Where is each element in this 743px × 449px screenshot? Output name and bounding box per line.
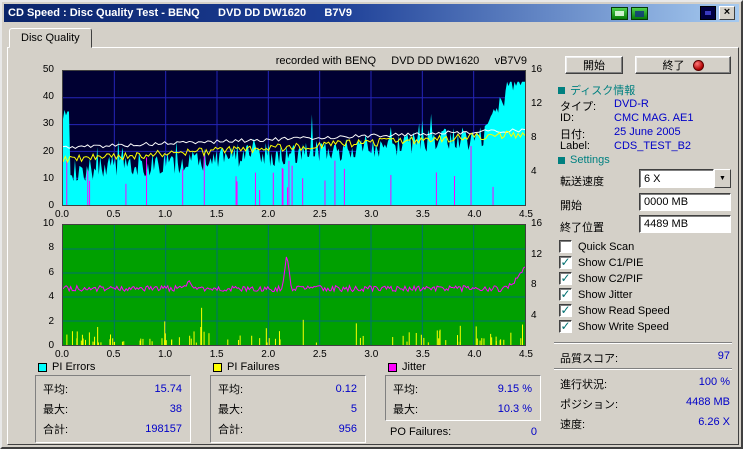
start-mb-input[interactable]: 0000 MB — [639, 193, 731, 211]
pi-failures-title: PI Failures — [227, 361, 280, 373]
pi-errors-swatch — [38, 362, 47, 372]
save-icon[interactable] — [631, 6, 648, 20]
jitter-swatch — [388, 362, 397, 372]
pi-failures-stats-box: 平均: 0.12 最大: 5 合計: 956 — [210, 375, 366, 443]
legend-pi-failures: PI Failures — [213, 361, 280, 373]
checkbox-box[interactable]: ✓ — [559, 288, 572, 301]
speed-row: 速度: 6.26 X — [560, 416, 730, 431]
app-window: CD Speed : Disc Quality Test - BENQ DVD … — [0, 0, 743, 449]
graph-export-icon[interactable] — [611, 6, 628, 20]
settings-header: Settings — [558, 154, 610, 166]
quality-score-row: 品質スコア: 97 — [560, 350, 730, 365]
window-title: CD Speed : Disc Quality Test - BENQ DVD … — [8, 7, 352, 19]
chart-recorded-with-label: recorded with BENQ DVD DD DW1620 vB7V9 — [275, 55, 527, 67]
disc-info-row-id: ID: CMC MAG. AE1 — [560, 112, 694, 124]
checkbox-show-read-speed[interactable]: ✓ Show Read Speed — [559, 304, 670, 317]
disc-info-header: ディスク情報 — [558, 82, 635, 98]
tab-label: Disc Quality — [21, 32, 80, 44]
checkbox-box[interactable]: ✓ — [559, 240, 572, 253]
stat-row: 平均: 9.15 % — [393, 383, 532, 396]
pi-errors-stats-box: 平均: 15.74 最大: 38 合計: 198157 — [35, 375, 191, 443]
disc-info-row-label: Label: CDS_TEST_B2 — [560, 140, 692, 152]
speed-select-value[interactable]: 6 X — [639, 169, 714, 188]
checkbox-show-c2-pif[interactable]: ✓ Show C2/PIF — [559, 272, 643, 285]
stat-row: 平均: 0.12 — [218, 383, 357, 396]
titlebar-spacer — [651, 13, 697, 14]
exit-icon — [692, 59, 704, 71]
checkbox-box[interactable]: ✓ — [559, 304, 572, 317]
checkbox-quick-scan[interactable]: ✓ Quick Scan — [559, 240, 634, 253]
checkbox-show-write-speed[interactable]: ✓ Show Write Speed — [559, 320, 669, 333]
stat-row: 最大: 10.3 % — [393, 403, 532, 416]
square-bullet-icon — [558, 86, 565, 94]
stat-row: 合計: 956 — [218, 423, 357, 436]
end-position-label: 終了位置 — [560, 222, 604, 234]
jitter-stats-box: 平均: 9.15 % 最大: 10.3 % — [385, 375, 541, 421]
tab-disc-quality[interactable]: Disc Quality — [9, 28, 92, 48]
speed-label: 転送速度 — [560, 176, 604, 188]
stat-row: 最大: 38 — [43, 403, 182, 416]
stat-row: 平均: 15.74 — [43, 383, 182, 396]
exit-button[interactable]: 終了 — [635, 56, 731, 74]
pi-errors-chart — [62, 70, 526, 206]
progress-row: 進行状況: 100 % — [560, 376, 730, 391]
stat-row: 合計: 198157 — [43, 423, 182, 436]
divider — [554, 368, 732, 370]
checkbox-box[interactable]: ✓ — [559, 272, 572, 285]
checkbox-show-c1-pie[interactable]: ✓ Show C1/PIE — [559, 256, 643, 269]
legend-jitter: Jitter — [388, 361, 426, 373]
chevron-down-icon[interactable]: ▼ — [714, 169, 731, 188]
checkbox-box[interactable]: ✓ — [559, 256, 572, 269]
position-row: ポジション: 4488 MB — [560, 396, 730, 411]
jitter-title: Jitter — [402, 361, 426, 373]
pi-failures-swatch — [213, 362, 222, 372]
pi-errors-title: PI Errors — [52, 361, 96, 373]
stat-row: 最大: 5 — [218, 403, 357, 416]
titlebar-buttons: × — [611, 6, 735, 20]
square-bullet-icon — [558, 156, 565, 164]
app-icon — [700, 6, 716, 20]
start-mb-label: 開始 — [560, 200, 582, 212]
jitter-pif-chart — [62, 224, 526, 346]
checkbox-box[interactable]: ✓ — [559, 320, 572, 333]
end-position-input[interactable]: 4489 MB — [639, 215, 731, 233]
speed-select[interactable]: 6 X ▼ — [639, 169, 731, 188]
titlebar[interactable]: CD Speed : Disc Quality Test - BENQ DVD … — [4, 4, 739, 22]
po-failures-row: PO Failures: 0 — [390, 426, 537, 438]
checkbox-show-jitter[interactable]: ✓ Show Jitter — [559, 288, 632, 301]
start-button[interactable]: 開始 — [565, 56, 623, 74]
close-button[interactable]: × — [719, 6, 735, 20]
legend-pi-errors: PI Errors — [38, 361, 95, 373]
divider — [554, 342, 732, 344]
